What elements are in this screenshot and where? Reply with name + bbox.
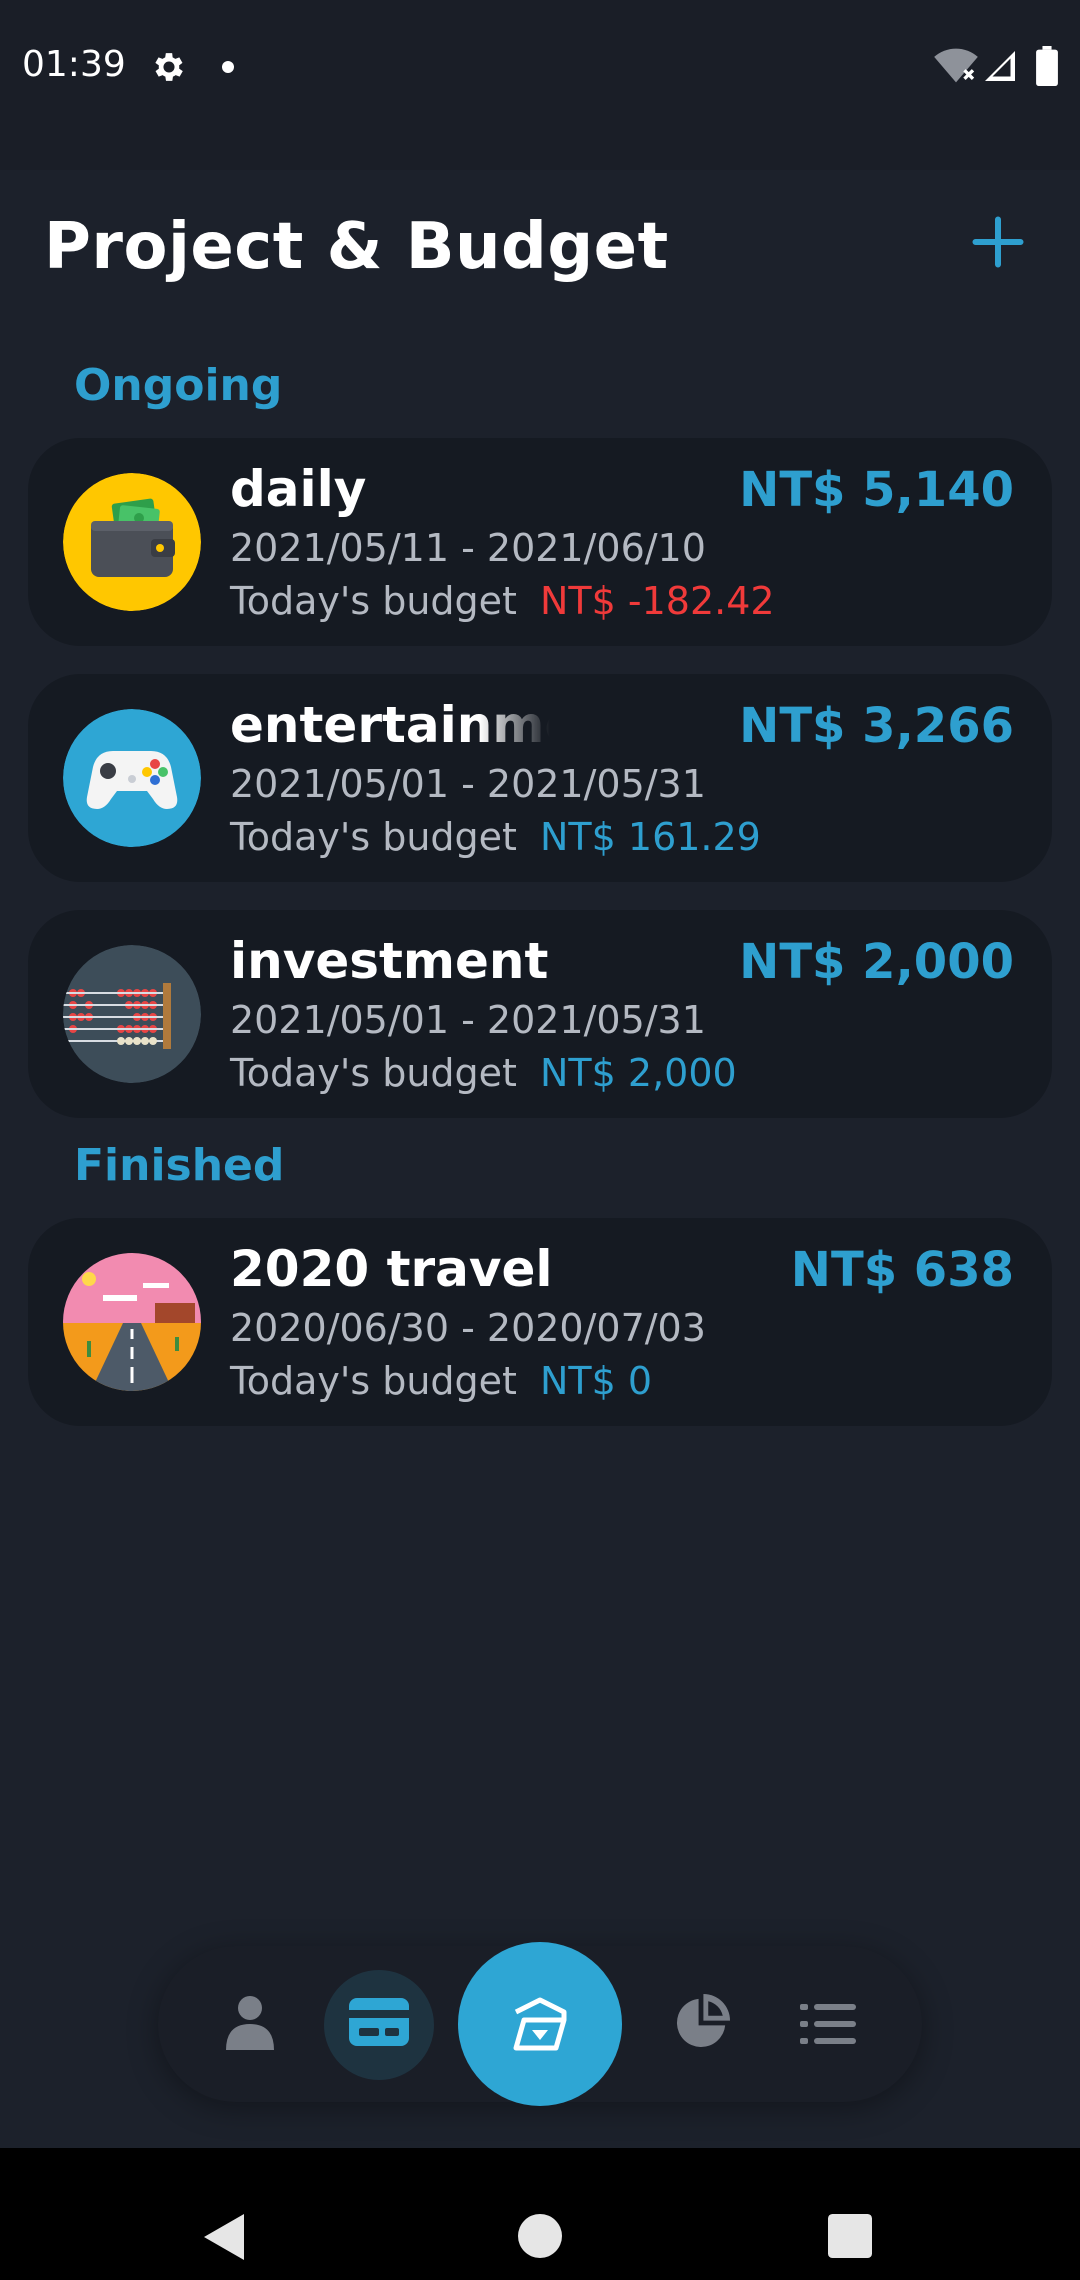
todays-budget-label: Today's budget [230,1359,517,1403]
desert-road-icon [63,1253,201,1391]
section-title-ongoing: Ongoing [74,360,283,411]
todays-budget-label: Today's budget [230,815,517,859]
gamepad-icon [63,709,201,847]
battery-icon [1036,46,1058,86]
menu-icon[interactable] [800,2004,856,2044]
abacus-icon [63,945,201,1083]
gear-icon [155,53,183,81]
app-header: Project & Budget [0,170,1080,330]
todays-budget-label: Today's budget [230,579,517,623]
project-amount: NT$ 5,140 [739,462,1014,518]
project-dates: 2021/05/01 - 2021/05/31 [230,998,706,1042]
todays-budget-value: NT$ 161.29 [540,815,761,859]
project-icon [513,1997,567,2051]
person-icon[interactable] [226,1994,274,2050]
project-dates: 2021/05/01 - 2021/05/31 [230,762,706,806]
project-amount: NT$ 2,000 [739,934,1014,990]
status-bar: 01:39 [0,0,1080,170]
todays-budget-value: NT$ 0 [540,1359,653,1403]
notification-dot-icon [222,61,234,73]
project-amount: NT$ 638 [790,1242,1014,1298]
back-icon[interactable] [204,2214,244,2260]
project-card-daily[interactable]: daily NT$ 5,140 2021/05/11 - 2021/06/10 … [28,438,1052,646]
project-name: entertainme [230,696,550,754]
wallet-icon [63,473,201,611]
cell-signal-icon [985,51,1015,81]
project-card-2020-travel[interactable]: 2020 travel NT$ 638 2020/06/30 - 2020/07… [28,1218,1052,1426]
status-time: 01:39 [22,44,126,85]
card-icon[interactable] [349,1998,409,2046]
project-name: daily [230,460,367,518]
project-amount: NT$ 3,266 [739,698,1014,754]
page-title: Project & Budget [44,210,669,284]
todays-budget-value: NT$ 2,000 [540,1051,737,1095]
plus-icon[interactable] [968,212,1028,272]
project-dates: 2020/06/30 - 2020/07/03 [230,1306,706,1350]
wifi-off-icon [934,48,978,83]
todays-budget-label: Today's budget [230,1051,517,1095]
project-dates: 2021/05/11 - 2021/06/10 [230,526,706,570]
project-card-investment[interactable]: investment NT$ 2,000 2021/05/01 - 2021/0… [28,910,1052,1118]
section-title-finished: Finished [74,1140,285,1191]
pie-chart-icon[interactable] [672,1994,730,2052]
system-nav-bar [0,2148,1080,2280]
project-name: 2020 travel [230,1240,550,1298]
project-card-entertainment[interactable]: entertainme NT$ 3,266 2021/05/01 - 2021/… [28,674,1052,882]
todays-budget-value: NT$ -182.42 [540,579,775,623]
recents-icon[interactable] [828,2214,872,2258]
home-icon[interactable] [518,2214,562,2258]
project-tab-button[interactable] [458,1942,622,2106]
project-name: investment [230,932,549,990]
